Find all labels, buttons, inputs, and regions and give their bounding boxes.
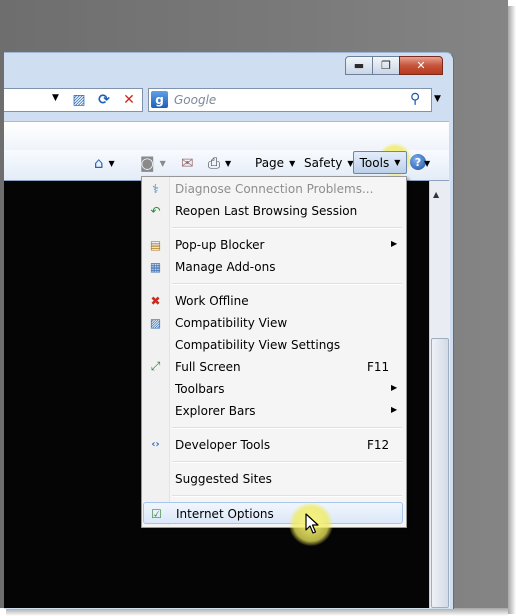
menu-item-reopen-session[interactable]: ↶ Reopen Last Browsing Session: [143, 200, 403, 221]
submenu-arrow-icon: ▶: [391, 383, 398, 392]
menu-item-internet-options[interactable]: ☑ Internet Options: [143, 502, 403, 524]
internet-options-icon: ☑: [151, 506, 162, 521]
menu-separator: [172, 495, 402, 497]
menu-item-label: Explorer Bars: [175, 404, 256, 418]
menu-item-label: Diagnose Connection Problems...: [175, 182, 374, 196]
menu-item-label: Pop-up Blocker: [175, 238, 265, 252]
menu-item-label: Suggested Sites: [175, 472, 272, 486]
printer-icon: ⎙: [208, 154, 221, 172]
menu-item-diagnose-connection[interactable]: ⚕ Diagnose Connection Problems...: [143, 178, 403, 199]
feeds-icon: ◙: [140, 154, 155, 172]
refresh-icon[interactable]: ⟳: [94, 90, 114, 110]
compatibility-view-icon[interactable]: ▨: [69, 90, 89, 110]
menu-item-label: Developer Tools: [175, 438, 271, 452]
window-caption-buttons: ▬ ❐ ✕: [345, 56, 443, 75]
safety-menu-label: Safety: [304, 156, 343, 170]
feeds-button[interactable]: ◙ ▼: [140, 153, 166, 173]
devtools-icon: ‹›: [151, 439, 160, 450]
help-dropdown[interactable]: ▼: [424, 153, 430, 173]
screenshot-shadow-right: [508, 6, 516, 614]
addons-icon: ▦: [149, 259, 162, 274]
menu-item-manage-addons[interactable]: ▦ Manage Add-ons: [143, 256, 403, 277]
tools-menu-button[interactable]: Tools ▼: [353, 151, 407, 174]
page-menu-button[interactable]: Page ▼: [255, 153, 295, 173]
submenu-arrow-icon: ▶: [391, 239, 398, 248]
safety-menu-button[interactable]: Safety ▼: [304, 153, 354, 173]
menu-item-suggested-sites[interactable]: Suggested Sites: [143, 468, 403, 489]
menu-item-work-offline[interactable]: ✖ Work Offline: [143, 290, 403, 311]
menu-separator: [172, 227, 402, 229]
chevron-down-icon: ▼: [225, 158, 232, 168]
menu-item-explorer-bars[interactable]: Explorer Bars ▶: [143, 400, 403, 421]
chevron-down-icon: ▼: [394, 158, 401, 167]
shortcut-label: F12: [367, 438, 390, 452]
search-placeholder: Google: [174, 93, 217, 107]
diagnose-icon: ⚕: [152, 181, 159, 196]
screenshot-shadow-bottom: [6, 608, 508, 616]
shortcut-label: F11: [367, 360, 390, 374]
menu-item-label: Manage Add-ons: [175, 260, 276, 274]
menu-item-toolbars[interactable]: Toolbars ▶: [143, 378, 403, 399]
menu-item-compatibility-settings[interactable]: Compatibility View Settings: [143, 334, 403, 355]
home-icon: ⌂: [94, 154, 104, 172]
read-mail-button[interactable]: ✉: [181, 153, 194, 173]
menu-item-label: Compatibility View Settings: [175, 338, 341, 352]
submenu-arrow-icon: ▶: [391, 405, 398, 414]
scroll-up-icon[interactable]: ▲: [433, 190, 439, 199]
menu-item-popup-blocker[interactable]: ▤ Pop-up Blocker ▶: [143, 234, 403, 255]
home-button[interactable]: ⌂ ▼: [94, 153, 115, 173]
address-dropdown-icon[interactable]: ▼: [52, 93, 59, 103]
search-options-dropdown-icon[interactable]: ▼: [434, 94, 441, 104]
search-go-icon[interactable]: ⚲: [410, 91, 420, 107]
google-logo-icon: g: [151, 91, 168, 108]
menu-item-label: Toolbars: [175, 382, 225, 396]
chevron-down-icon: ▼: [289, 158, 296, 168]
print-button[interactable]: ⎙ ▼: [208, 153, 231, 173]
menu-item-label: Work Offline: [175, 294, 249, 308]
popup-blocker-icon: ▤: [149, 237, 162, 252]
offline-icon: ✖: [150, 293, 161, 308]
tools-menu-label: Tools: [359, 155, 390, 170]
menu-item-developer-tools[interactable]: ‹› Developer Tools F12: [143, 434, 403, 455]
chevron-down-icon: ▼: [159, 158, 166, 168]
maximize-button[interactable]: ❐: [372, 56, 400, 75]
close-button[interactable]: ✕: [399, 56, 443, 75]
chevron-down-icon: ▼: [108, 158, 115, 168]
menu-item-compatibility-view[interactable]: ▨ Compatibility View: [143, 312, 403, 333]
page-menu-label: Page: [255, 156, 285, 170]
menu-separator: [172, 427, 402, 429]
menu-item-label: Compatibility View: [175, 316, 288, 330]
mouse-cursor-icon: [305, 513, 319, 534]
menu-separator: [172, 461, 402, 463]
minimize-button[interactable]: ▬: [345, 56, 373, 75]
fullscreen-icon: ⤢: [150, 359, 161, 373]
mail-icon: ✉: [181, 154, 194, 172]
menu-item-label: Internet Options: [176, 507, 274, 521]
scrollbar-thumb[interactable]: [431, 338, 449, 608]
compat-view-icon: ▨: [149, 315, 162, 330]
reopen-icon: ↶: [150, 203, 161, 218]
menu-item-label: Full Screen: [175, 360, 241, 374]
menu-item-label: Reopen Last Browsing Session: [175, 204, 358, 218]
menu-separator: [172, 283, 402, 285]
chevron-down-icon: ▼: [424, 158, 431, 168]
menu-item-full-screen[interactable]: ⤢ Full Screen F11: [143, 356, 403, 377]
stop-icon[interactable]: ✕: [119, 90, 139, 110]
